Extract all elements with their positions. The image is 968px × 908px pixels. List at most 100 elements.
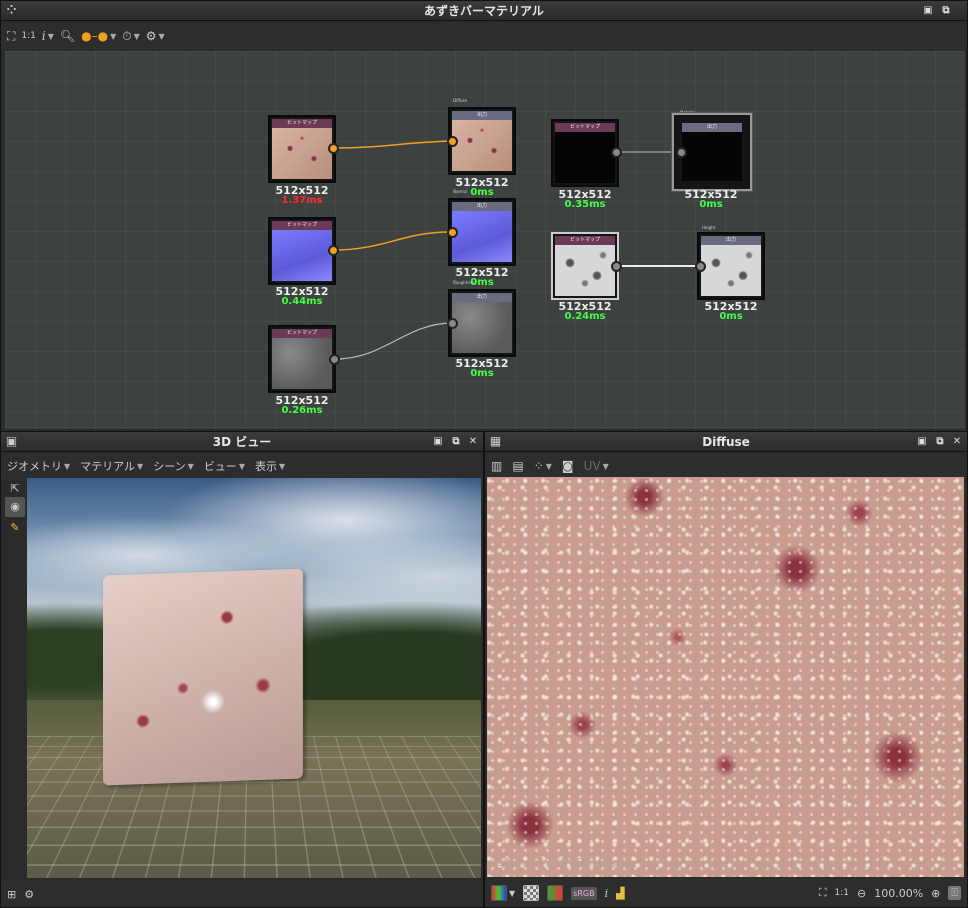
info-button[interactable]: i ▼	[42, 29, 54, 43]
diffuse-texture-view[interactable]	[487, 477, 964, 877]
menu-display[interactable]: 表示 ▼	[255, 458, 285, 474]
pin-icon[interactable]: ▣	[915, 435, 929, 449]
node-header: ビットマップ	[272, 119, 332, 128]
output-tag: Roughness	[453, 280, 475, 285]
scene-tree-icon[interactable]: ⊞	[7, 888, 16, 901]
pin-icon[interactable]: ▣	[431, 435, 445, 449]
histogram-icon[interactable]: ▟	[616, 887, 624, 900]
export-image-icon[interactable]: ▤	[512, 459, 523, 473]
node-header: 出力	[452, 111, 512, 120]
output-port[interactable]	[329, 354, 340, 365]
node-header: 出力	[682, 123, 742, 132]
menu-label: ジオメトリ	[7, 460, 62, 473]
info-icon: i	[41, 29, 46, 43]
node-time-label: 0ms	[719, 311, 743, 322]
chevron-down-icon: ▼	[278, 461, 286, 471]
bitmap-node-metallic[interactable]: ビットマップ	[551, 119, 619, 187]
diffuse-title: Diffuse	[702, 435, 750, 449]
light-icon[interactable]: ✎	[5, 518, 25, 538]
uv-toggle[interactable]: UV ▼	[584, 459, 609, 473]
bitmap-node-diffuse[interactable]: ビットマップ	[268, 115, 336, 183]
menu-label: マテリアル	[80, 460, 136, 473]
output-node-normal[interactable]: 出力	[448, 198, 516, 266]
output-port[interactable]	[611, 147, 622, 158]
fit-view-icon[interactable]: ⛶	[7, 29, 15, 44]
zoom-1-1-button[interactable]: 1:1	[21, 31, 35, 41]
input-port[interactable]	[695, 261, 706, 272]
node-header: ビットマップ	[555, 236, 615, 245]
input-port[interactable]	[447, 227, 458, 238]
uv-label: UV	[583, 459, 601, 473]
graph-toolbar: ⛶ 1:1 i ▼ 🔍︎ ●–● ▼ ⏱ ▼ ⚙ ▼	[1, 23, 967, 49]
srgb-toggle[interactable]: sRGB	[571, 886, 597, 900]
node-graph-canvas[interactable]: ビットマップ 512x512 1.37ms ビットマップ 512x512 0.4…	[5, 51, 965, 429]
node-graph-button[interactable]: ⁘ ▼	[534, 459, 552, 473]
bitmap-node-normal[interactable]: ビットマップ	[268, 217, 336, 285]
zoom-1-1-button[interactable]: 1:1	[835, 888, 849, 898]
node-time-label: 1.37ms	[281, 195, 323, 206]
camera-icon[interactable]: ◉	[5, 497, 25, 517]
node-time-label: 0ms	[470, 368, 494, 379]
chevron-down-icon: ▼	[133, 31, 140, 41]
image-info-overlay: 512 x 512 (RGBA, 8bpc)	[497, 856, 630, 869]
output-node-height[interactable]: 出力	[697, 232, 765, 300]
connection-style-button[interactable]: ●–● ▼	[81, 29, 116, 43]
zoom-in-icon[interactable]: ⊕	[931, 887, 940, 900]
menu-label: シーン	[153, 460, 186, 473]
menu-label: ビュー	[203, 460, 237, 473]
timer-button[interactable]: ⏱ ▼	[122, 29, 140, 44]
camera-icon[interactable]: ◙	[562, 459, 574, 473]
pin-icon[interactable]: ▣	[921, 4, 935, 18]
chevron-down-icon: ▼	[545, 461, 552, 471]
bitmap-node-height[interactable]: ビットマップ	[551, 232, 619, 300]
cube-icon: ▣	[5, 434, 18, 448]
view3d-menubar: ジオメトリ ▼ マテリアル ▼ シーン ▼ ビュー ▼ 表示 ▼	[1, 453, 483, 479]
menu-scene[interactable]: シーン ▼	[153, 458, 194, 474]
lock-icon[interactable]: ⍐	[948, 886, 961, 900]
output-node-roughness[interactable]: 出力	[448, 289, 516, 357]
connection-normal	[333, 231, 454, 251]
texture-icon: ▦	[489, 434, 502, 448]
node-header: 出力	[452, 202, 512, 211]
graph-title: あずきバーマテリアル	[424, 4, 544, 18]
channel-toggle-icon[interactable]	[547, 885, 564, 901]
gear-icon: ⚙	[145, 29, 157, 43]
output-node-diffuse[interactable]: 出力	[448, 107, 516, 175]
close-icon[interactable]: ✕	[466, 435, 480, 449]
channel-icon[interactable]: ▥	[491, 459, 502, 473]
menu-view[interactable]: ビュー ▼	[204, 458, 245, 474]
checker-background-icon[interactable]	[523, 885, 540, 901]
color-channel-button[interactable]: ▼	[491, 885, 515, 901]
close-icon[interactable]: ✕	[950, 435, 964, 449]
output-port[interactable]	[328, 245, 339, 256]
restore-icon[interactable]: ⧉	[449, 435, 463, 449]
menu-material[interactable]: マテリアル ▼	[80, 458, 143, 474]
input-port[interactable]	[447, 318, 458, 329]
menu-geometry[interactable]: ジオメトリ ▼	[7, 458, 70, 474]
export-icon[interactable]: ⇱	[5, 479, 25, 499]
output-port[interactable]	[328, 143, 339, 154]
restore-icon[interactable]: ⧉	[939, 4, 953, 18]
node-header: 出力	[452, 293, 512, 302]
node-thumbnail	[452, 120, 512, 171]
input-port[interactable]	[447, 136, 458, 147]
node-time-label: 0.35ms	[564, 199, 606, 210]
zoom-out-icon[interactable]: ⊖	[857, 887, 866, 900]
input-port[interactable]	[676, 147, 687, 158]
bitmap-node-roughness[interactable]: ビットマップ	[268, 325, 336, 393]
diffuse-statusbar: ▼ sRGB i ▟ ⛶ 1:1 ⊖ 100.00% ⊕ ⍐	[485, 879, 967, 907]
material-preview-mesh[interactable]	[103, 568, 303, 786]
chevron-down-icon: ▼	[137, 461, 144, 471]
diffuse-toolbar: ▥ ▤ ⁘ ▼ ◙ UV ▼	[485, 453, 967, 479]
texture-speckle	[487, 477, 964, 877]
node-time-label: 0.24ms	[564, 311, 606, 322]
restore-icon[interactable]: ⧉	[933, 435, 947, 449]
fit-view-icon[interactable]: ⛶	[819, 886, 827, 900]
output-port[interactable]	[611, 261, 622, 272]
node-thumbnail	[272, 338, 332, 389]
graph-icon: ⁘	[533, 459, 544, 473]
gear-icon[interactable]: ⚙	[24, 888, 34, 901]
info-icon[interactable]: i	[605, 887, 609, 900]
settings-button[interactable]: ⚙ ▼	[146, 29, 165, 43]
search-icon[interactable]: 🔍︎	[60, 29, 75, 43]
